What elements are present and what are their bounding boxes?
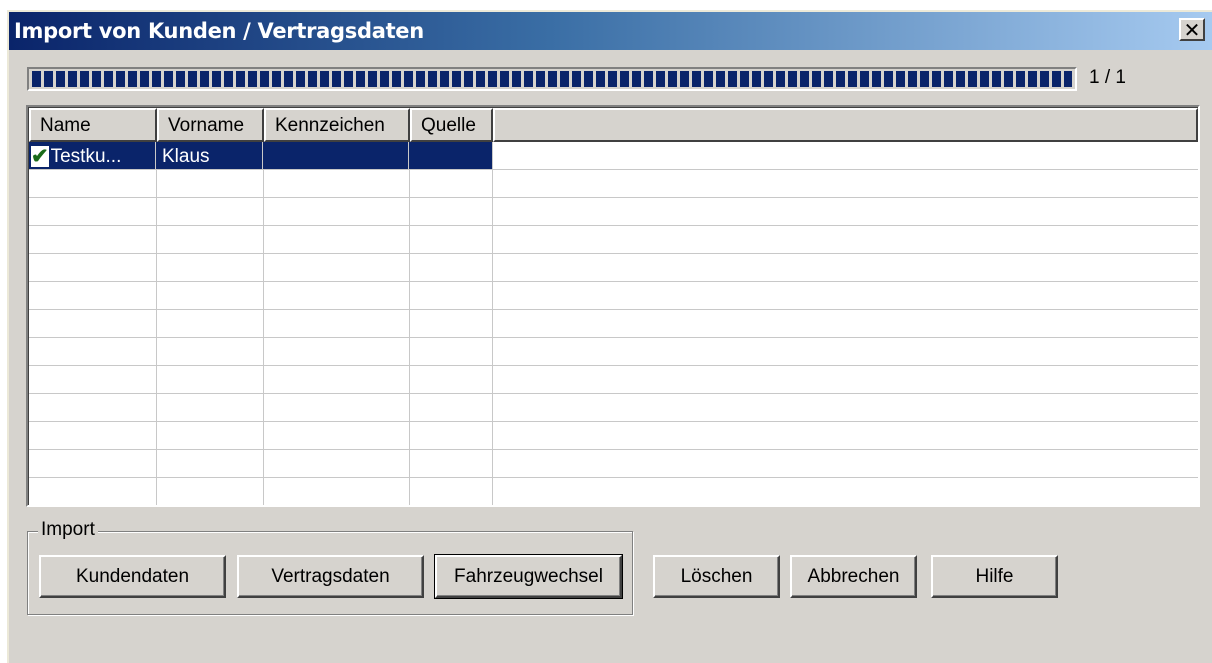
vertragsdaten-button[interactable]: Vertragsdaten — [237, 555, 424, 598]
import-list[interactable]: Name Vorname Kennzeichen Quelle ✔ Testku… — [26, 105, 1200, 507]
cell-kennzeichen — [263, 142, 409, 169]
cell-name-text: Testku... — [50, 145, 122, 167]
list-body[interactable]: ✔ Testku... Klaus — [29, 142, 1198, 505]
close-button[interactable]: ✕ — [1179, 18, 1205, 41]
kundendaten-button[interactable]: Kundendaten — [39, 555, 226, 598]
window-title: Import von Kunden / Vertragsdaten — [14, 19, 424, 43]
cell-vorname: Klaus — [156, 142, 263, 169]
column-header-filler — [493, 108, 1198, 142]
column-divider — [492, 142, 493, 505]
close-icon: ✕ — [1183, 17, 1201, 42]
fahrzeugwechsel-button[interactable]: Fahrzeugwechsel — [434, 554, 623, 599]
loeschen-button[interactable]: Löschen — [653, 555, 780, 598]
checkmark-icon: ✔ — [31, 145, 49, 168]
import-group-label: Import — [38, 519, 98, 541]
title-bar[interactable]: Import von Kunden / Vertragsdaten ✕ — [9, 12, 1212, 50]
import-dialog: Import von Kunden / Vertragsdaten ✕ 1 / … — [7, 10, 1212, 663]
column-divider — [409, 142, 410, 505]
column-divider — [156, 142, 157, 505]
progress-fill — [32, 71, 1072, 87]
progress-counter: 1 / 1 — [1089, 67, 1126, 88]
table-row[interactable]: ✔ Testku... Klaus — [29, 142, 492, 169]
abbrechen-button[interactable]: Abbrechen — [790, 555, 917, 598]
list-header: Name Vorname Kennzeichen Quelle — [29, 108, 1198, 142]
column-header-vorname[interactable]: Vorname — [157, 108, 264, 142]
cell-name: ✔ Testku... — [29, 142, 156, 169]
import-progress-bar — [27, 67, 1077, 91]
hilfe-button[interactable]: Hilfe — [931, 555, 1058, 598]
column-header-quelle[interactable]: Quelle — [410, 108, 493, 142]
column-header-name[interactable]: Name — [29, 108, 157, 142]
column-divider — [263, 142, 264, 505]
cell-quelle — [409, 142, 492, 169]
column-header-kennzeichen[interactable]: Kennzeichen — [264, 108, 410, 142]
